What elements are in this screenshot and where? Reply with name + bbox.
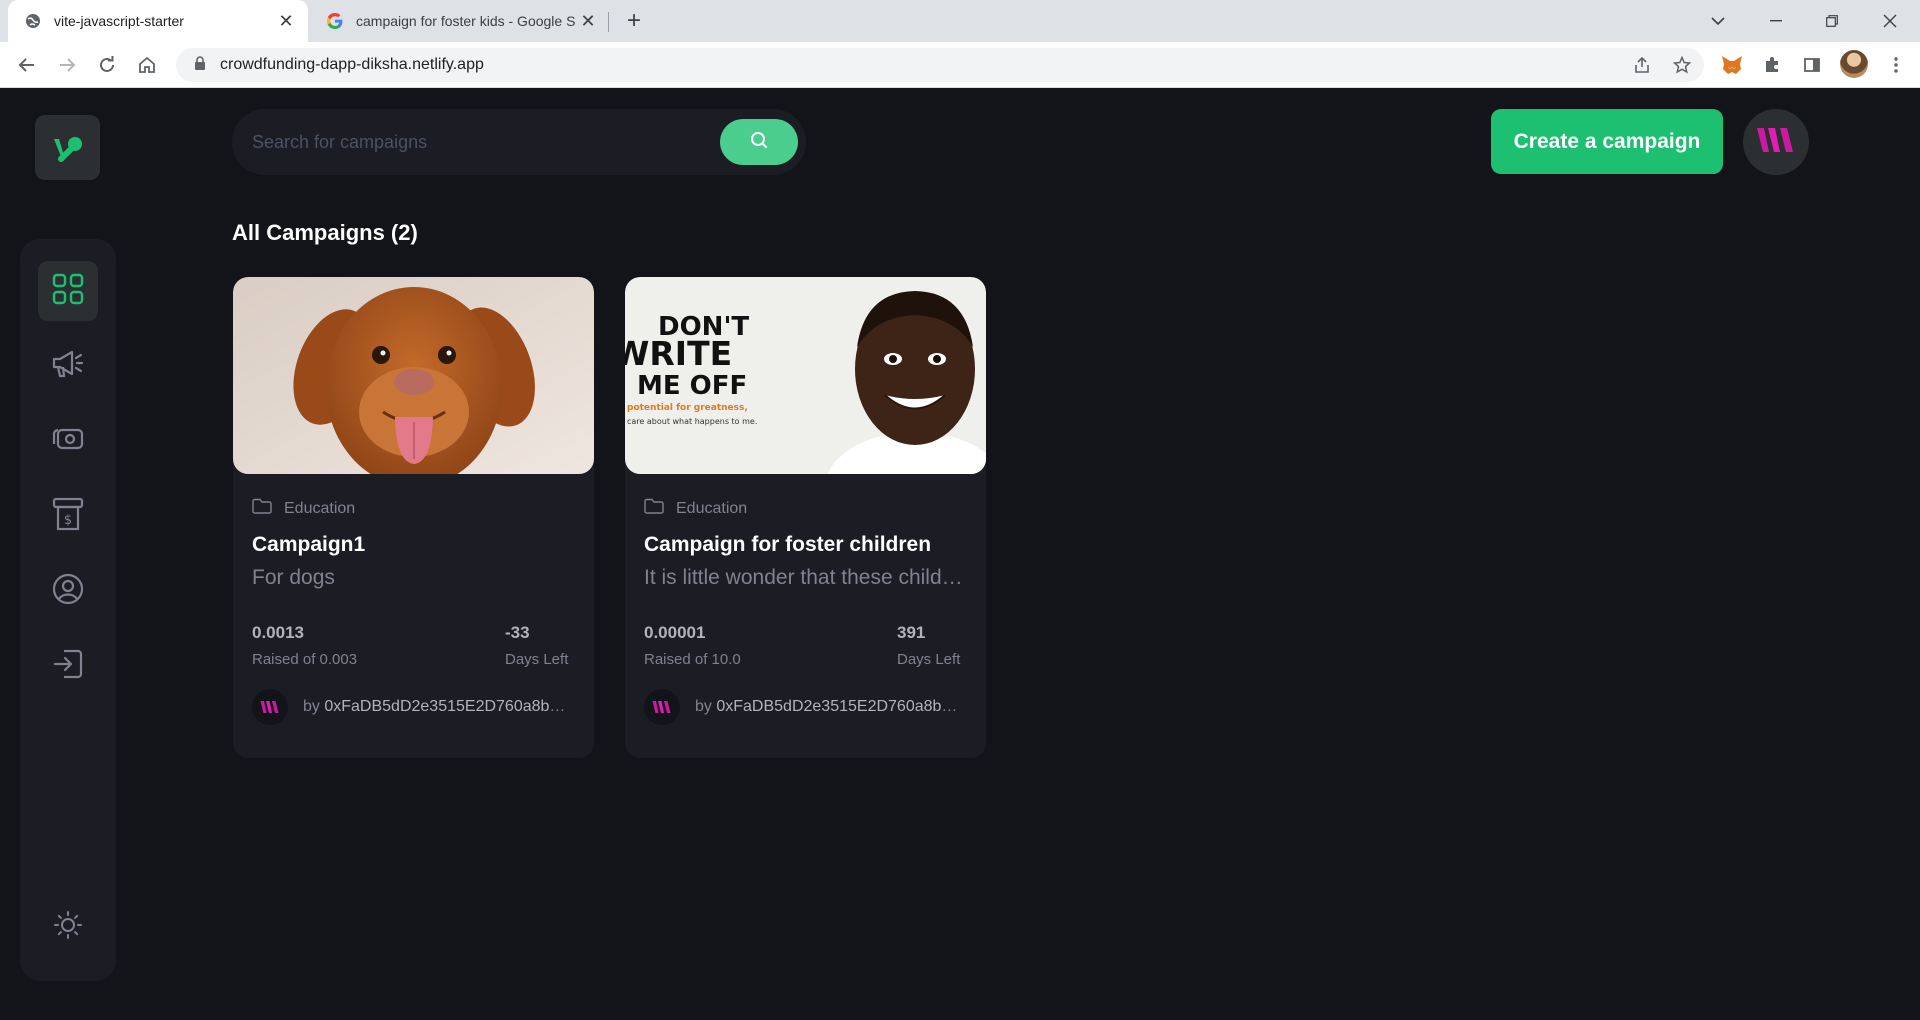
browser-tab-active[interactable]: vite-javascript-starter ✕ [8, 0, 308, 42]
logout-icon [52, 648, 84, 685]
sidebar-item-payment[interactable] [38, 411, 98, 471]
profile-avatar-button[interactable] [1743, 109, 1809, 175]
sidebar-item-profile[interactable] [38, 561, 98, 621]
owner-text: by 0xFaDB5dD2e3515E2D760a8b887a1c0f0e11 [303, 698, 569, 716]
campaign-owner: by 0xFaDB5dD2e3515E2D760a8b887a1c0f0e11 [644, 689, 961, 725]
owner-address: 0xFaDB5dD2e3515E2D760a8b887a1c0f0e11 [324, 698, 569, 715]
browser-profile-avatar[interactable] [1840, 50, 1868, 78]
browser-toolbar: crowdfunding-dapp-diksha.netlify.app [0, 42, 1920, 88]
campaign-image-foster: DON'T WRITE ME OFF potential for greatne… [625, 277, 986, 474]
days-left-label: Days Left [897, 651, 961, 668]
raised-amount: 0.00001 [644, 623, 706, 642]
metamask-icon[interactable] [1718, 51, 1746, 79]
browser-tab-google[interactable]: campaign for foster kids - Google Search… [310, 0, 610, 42]
url-text: crowdfunding-dapp-diksha.netlify.app [220, 56, 484, 73]
folder-icon [252, 498, 272, 519]
new-tab-button[interactable]: + [620, 7, 648, 35]
search-input[interactable] [252, 131, 692, 153]
days-left-value: -33 [505, 623, 530, 642]
section-title: All Campaigns (2) [232, 220, 418, 245]
search-button[interactable] [720, 119, 798, 165]
profile-icon [52, 573, 84, 610]
poster-line-4: potential for greatness, [627, 403, 748, 413]
dashboard-icon [52, 273, 84, 310]
withdraw-icon: $ [52, 497, 84, 536]
days-left-value: 391 [897, 623, 926, 642]
owner-text: by 0xFaDB5dD2e3515E2D760a8b887a1c0f0e11 [695, 698, 961, 716]
app-logo[interactable] [35, 115, 100, 180]
minimize-icon[interactable] [1748, 0, 1804, 42]
campaign-title: Campaign for foster children [644, 533, 932, 556]
svg-text:$: $ [64, 513, 72, 528]
close-tab-icon[interactable]: ✕ [274, 9, 298, 33]
search-bar [232, 109, 806, 175]
close-tab-icon[interactable]: ✕ [576, 9, 600, 33]
raised-amount: 0.0013 [252, 623, 304, 642]
campaign-description: For dogs [252, 566, 335, 589]
forward-icon[interactable] [53, 51, 81, 79]
campaign-category: Education [252, 498, 355, 519]
campaign-owner: by 0xFaDB5dD2e3515E2D760a8b887a1c0f0e11 [252, 689, 569, 725]
close-window-icon[interactable] [1862, 0, 1918, 42]
campaign-title: Campaign1 [252, 533, 366, 556]
bookmark-star-icon[interactable] [1668, 51, 1696, 79]
sidebar-item-campaign[interactable] [38, 336, 98, 396]
thirdweb-logo-icon [644, 689, 680, 725]
campaign-category: Education [644, 498, 747, 519]
share-icon[interactable] [1628, 51, 1656, 79]
by-prefix: by [303, 698, 320, 715]
browser-menu-icon[interactable] [1882, 51, 1910, 79]
payment-icon [52, 424, 84, 459]
thirdweb-logo-icon [1756, 126, 1796, 159]
campaign-card[interactable]: DON'T WRITE ME OFF potential for greatne… [625, 277, 986, 758]
poster-line-2: WRITE [625, 334, 732, 373]
restore-icon[interactable] [1804, 0, 1860, 42]
tab-separator [608, 12, 609, 32]
back-icon[interactable] [13, 51, 41, 79]
google-icon [326, 12, 344, 30]
tab-title: vite-javascript-starter [54, 13, 184, 29]
owner-address: 0xFaDB5dD2e3515E2D760a8b887a1c0f0e11 [716, 698, 961, 715]
home-icon[interactable] [133, 51, 161, 79]
reload-icon[interactable] [93, 51, 121, 79]
lock-icon[interactable] [194, 55, 206, 75]
address-bar[interactable]: crowdfunding-dapp-diksha.netlify.app [176, 48, 1704, 82]
thirdweb-logo-icon [252, 689, 288, 725]
category-label: Education [676, 499, 748, 517]
search-icon [750, 131, 768, 154]
theme-toggle[interactable] [38, 897, 98, 957]
tab-title: campaign for foster kids - Google Search [356, 13, 576, 29]
tab-search-icon[interactable] [1690, 0, 1746, 42]
megaphone-icon [51, 348, 85, 385]
raised-label: Raised of 10.0 [644, 651, 741, 668]
browser-tab-strip: vite-javascript-starter ✕ campaign for f… [0, 0, 1920, 42]
by-prefix: by [695, 698, 712, 715]
sidebar-item-withdraw[interactable]: $ [38, 486, 98, 546]
poster-line-5: care about what happens to me. [627, 417, 757, 426]
sun-icon [53, 910, 83, 945]
side-panel-icon[interactable] [1798, 51, 1826, 79]
sidebar-item-logout[interactable] [38, 636, 98, 696]
raised-label: Raised of 0.003 [252, 651, 358, 668]
extensions-puzzle-icon[interactable] [1758, 51, 1786, 79]
campaign-image-dog [233, 277, 594, 474]
app-root: $ Create a campaign [0, 89, 1920, 1020]
globe-icon [24, 12, 42, 30]
sidebar: $ [20, 239, 116, 981]
category-label: Education [284, 499, 356, 517]
campaign-description: It is little wonder that these children.… [644, 566, 969, 589]
sidebar-item-dashboard[interactable] [38, 261, 98, 321]
create-campaign-button[interactable]: Create a campaign [1491, 109, 1723, 174]
poster-line-3: ME OFF [637, 371, 747, 401]
campaign-card[interactable]: Education Campaign1 For dogs 0.0013 Rais… [233, 277, 594, 758]
folder-icon [644, 498, 664, 519]
days-left-label: Days Left [505, 651, 569, 668]
